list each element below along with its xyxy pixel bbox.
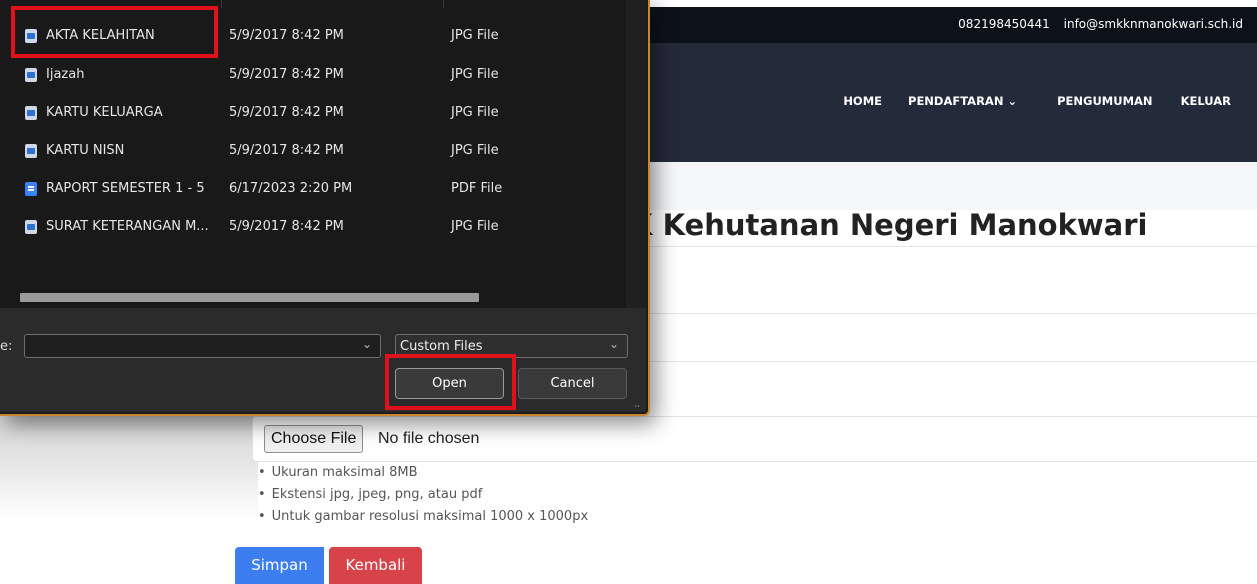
hint-item: Untuk gambar resolusi maksimal 1000 x 10… [258, 506, 588, 528]
column-divider [221, 0, 222, 8]
hint-item: Ukuran maksimal 8MB [258, 462, 588, 484]
column-divider [443, 0, 444, 8]
file-row[interactable]: KARTU NISN 5/9/2017 8:42 PM JPG File [20, 134, 620, 168]
highlight-box [11, 6, 218, 58]
file-name-input[interactable]: ⌄ [24, 334, 381, 358]
chevron-down-icon[interactable]: ⌄ [362, 337, 372, 351]
nav-pengumuman[interactable]: PENGUMUMAN [1057, 94, 1152, 108]
file-name: SURAT KETERANGAN M... [46, 219, 209, 234]
file-row[interactable]: KARTU KELUARGA 5/9/2017 8:42 PM JPG File [20, 96, 620, 130]
image-file-icon [25, 220, 37, 234]
highlight-box [385, 354, 516, 410]
back-button[interactable]: Kembali [329, 547, 422, 584]
file-date: 5/9/2017 8:42 PM [229, 105, 344, 120]
file-type: JPG File [451, 105, 499, 120]
pdf-file-icon [25, 182, 37, 196]
file-type: JPG File [451, 143, 499, 158]
image-file-icon [25, 144, 37, 158]
file-row[interactable]: RAPORT SEMESTER 1 - 5 6/17/2023 2:20 PM … [20, 172, 620, 206]
divider [640, 361, 1257, 362]
file-row[interactable]: SURAT KETERANGAN M... 5/9/2017 8:42 PM J… [20, 210, 620, 244]
vertical-scrollbar[interactable] [626, 0, 646, 308]
file-name: Ijazah [46, 67, 85, 82]
upload-hints: Ukuran maksimal 8MB Ekstensi jpg, jpeg, … [258, 462, 588, 528]
file-name: KARTU NISN [46, 143, 125, 158]
page-title: K Kehutanan Negeri Manokwari [630, 208, 1148, 242]
file-status-text: No file chosen [378, 430, 480, 447]
file-type: JPG File [451, 28, 499, 43]
choose-file-button[interactable]: Choose File [264, 425, 364, 453]
file-type: PDF File [451, 181, 503, 196]
nav-pendaftaran[interactable]: PENDAFTARAN ⌄ [908, 94, 1017, 108]
file-date: 5/9/2017 8:42 PM [229, 219, 344, 234]
nav-keluar[interactable]: KELUAR [1181, 94, 1231, 108]
file-name: KARTU KELUARGA [46, 105, 163, 120]
file-type: JPG File [451, 67, 499, 82]
nav-home[interactable]: HOME [843, 94, 882, 108]
contact-info: 082198450441 info@smkknmanokwari.sch.id [948, 17, 1243, 31]
divider [640, 313, 1257, 314]
hint-item: Ekstensi jpg, jpeg, png, atau pdf [258, 484, 588, 506]
file-name-label: e: [0, 339, 13, 354]
image-file-icon [25, 106, 37, 120]
file-date: 5/9/2017 8:42 PM [229, 67, 344, 82]
horizontal-scrollbar-thumb[interactable] [20, 293, 479, 302]
file-row[interactable]: Ijazah 5/9/2017 8:42 PM JPG File [20, 58, 620, 92]
divider [640, 246, 1257, 247]
file-type-value: Custom Files [400, 339, 483, 354]
file-date: 5/9/2017 8:42 PM [229, 28, 344, 43]
image-file-icon [25, 68, 37, 82]
file-name: RAPORT SEMESTER 1 - 5 [46, 181, 205, 196]
save-button[interactable]: Simpan [235, 547, 324, 584]
cancel-button[interactable]: Cancel [518, 368, 627, 399]
resize-grip-icon[interactable]: ⣀ [634, 398, 641, 408]
contact-phone: 082198450441 [958, 17, 1050, 31]
file-date: 6/17/2023 2:20 PM [229, 181, 353, 196]
file-open-dialog: AKTA KELAHITAN 5/9/2017 8:42 PM JPG File… [0, 0, 650, 416]
file-type: JPG File [451, 219, 499, 234]
file-date: 5/9/2017 8:42 PM [229, 143, 344, 158]
dialog-shadow [0, 412, 258, 522]
nav-pendaftaran-label: PENDAFTARAN [908, 94, 1004, 108]
chevron-down-icon: ⌄ [608, 337, 619, 351]
nav-menu: HOME PENDAFTARAN ⌄ PENGUMUMAN KELUAR [843, 94, 1231, 108]
contact-email[interactable]: info@smkknmanokwari.sch.id [1064, 17, 1243, 31]
chevron-down-icon: ⌄ [1007, 94, 1018, 108]
